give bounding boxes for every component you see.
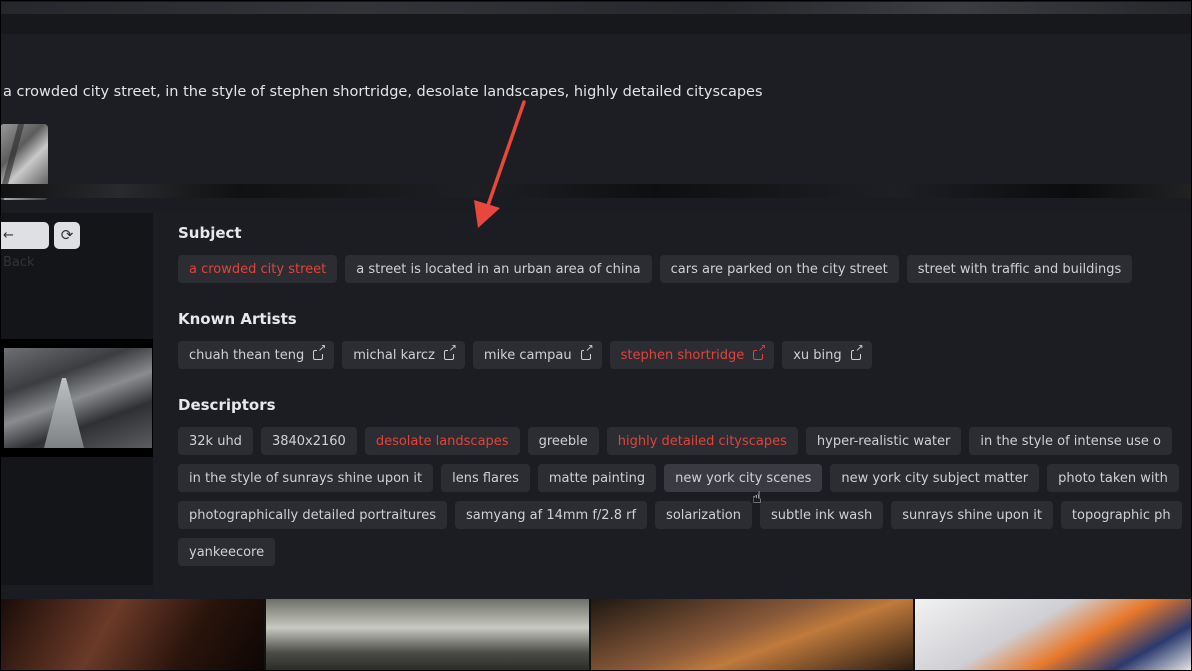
frame (0, 0, 1192, 671)
